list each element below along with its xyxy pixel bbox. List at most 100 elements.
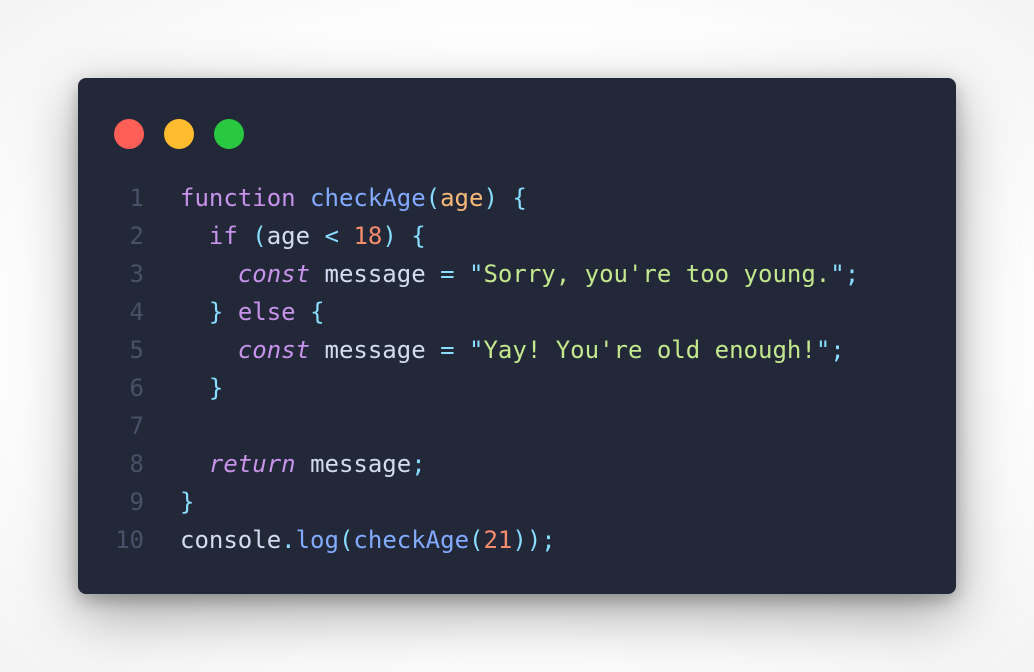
code-text: function checkAge(age) {	[180, 179, 527, 217]
code-token: )	[512, 526, 527, 554]
code-token: "	[469, 336, 484, 364]
code-line: 9}	[78, 483, 859, 521]
code-token: log	[295, 526, 339, 554]
code-text: return message;	[180, 445, 426, 483]
line-number: 2	[129, 222, 144, 250]
code-window: 1 function checkAge(age) {2 if (age < 18)…	[78, 78, 956, 594]
line-number: 3	[129, 260, 144, 288]
code-line: 8 return message;	[78, 445, 859, 483]
code-text: const message = "Yay! You're old enough!…	[180, 331, 845, 369]
code-token: )	[382, 222, 397, 250]
code-token: checkAge	[310, 184, 426, 212]
code-token: }	[208, 298, 224, 326]
line-number: 7	[129, 412, 144, 440]
code-token: )	[483, 184, 498, 212]
code-line: 10 console.log(checkAge(21));	[78, 521, 859, 559]
code-token: }	[180, 488, 195, 516]
code-token: 21	[483, 526, 513, 554]
window-controls	[114, 119, 244, 149]
close-button[interactable]	[114, 119, 144, 149]
code-token: Yay! You're old enough!	[483, 336, 816, 364]
code-token: =	[440, 260, 455, 288]
code-token: ;	[844, 260, 860, 288]
code-line: 1 function checkAge(age) {	[78, 179, 859, 217]
line-number: 10	[115, 526, 144, 554]
code-text: if (age < 18) {	[180, 217, 426, 255]
code-token: (	[469, 526, 484, 554]
code-token: Sorry, you're too young.	[483, 260, 831, 288]
code-token: .	[281, 526, 296, 554]
line-number: 9	[129, 488, 144, 516]
code-token: console	[180, 526, 282, 554]
code-token: ;	[541, 526, 556, 554]
code-token: (	[252, 222, 267, 250]
code-token: const	[237, 336, 311, 364]
code-line: 3 const message = "Sorry, you're too you…	[78, 255, 860, 293]
code-token: ;	[830, 336, 845, 364]
code-token: age	[266, 222, 311, 250]
code-token: "	[830, 260, 845, 288]
code-token: message	[310, 450, 412, 478]
code-token: {	[512, 184, 527, 212]
code-line: 4 } else {	[78, 293, 859, 331]
code-token: =	[440, 336, 455, 364]
code-token: if	[208, 222, 238, 250]
code-token: "	[469, 260, 484, 288]
code-token: }	[208, 374, 224, 402]
code-line: 5 const message = "Yay! You're old enoug…	[78, 331, 859, 369]
canvas-background: 1 function checkAge(age) {2 if (age < 18)…	[0, 0, 1034, 672]
code-token: (	[338, 526, 354, 554]
code-line: 6 }	[78, 369, 859, 407]
code-token: message	[324, 336, 426, 364]
line-number: 1	[129, 184, 144, 212]
zoom-button[interactable]	[214, 119, 244, 149]
code-block: 1 function checkAge(age) {2 if (age < 18)…	[78, 179, 859, 559]
line-number: 5	[129, 336, 144, 364]
line-number: 6	[129, 374, 144, 402]
code-token: age	[440, 184, 484, 212]
code-token: "	[815, 336, 831, 364]
code-token: return	[208, 450, 296, 478]
minimize-button[interactable]	[164, 119, 194, 149]
code-token: 18	[353, 222, 383, 250]
code-token: (	[425, 184, 441, 212]
code-token: const	[237, 260, 311, 288]
code-token: ;	[411, 450, 426, 478]
code-token: message	[324, 260, 426, 288]
code-line: 7	[78, 407, 859, 445]
code-text: }	[180, 483, 194, 521]
code-text: }	[180, 369, 223, 407]
code-line: 2 if (age < 18) {	[78, 217, 859, 255]
code-text: console.log(checkAge(21));	[180, 521, 556, 559]
code-token: checkAge	[353, 526, 470, 554]
code-token: {	[411, 222, 426, 250]
line-number: 8	[129, 450, 144, 478]
line-number: 4	[129, 298, 144, 326]
code-token: else	[237, 298, 296, 326]
code-text: const message = "Sorry, you're too young…	[180, 255, 859, 293]
code-token: )	[526, 526, 542, 554]
code-text: } else {	[180, 293, 325, 331]
code-token: function	[180, 184, 296, 212]
